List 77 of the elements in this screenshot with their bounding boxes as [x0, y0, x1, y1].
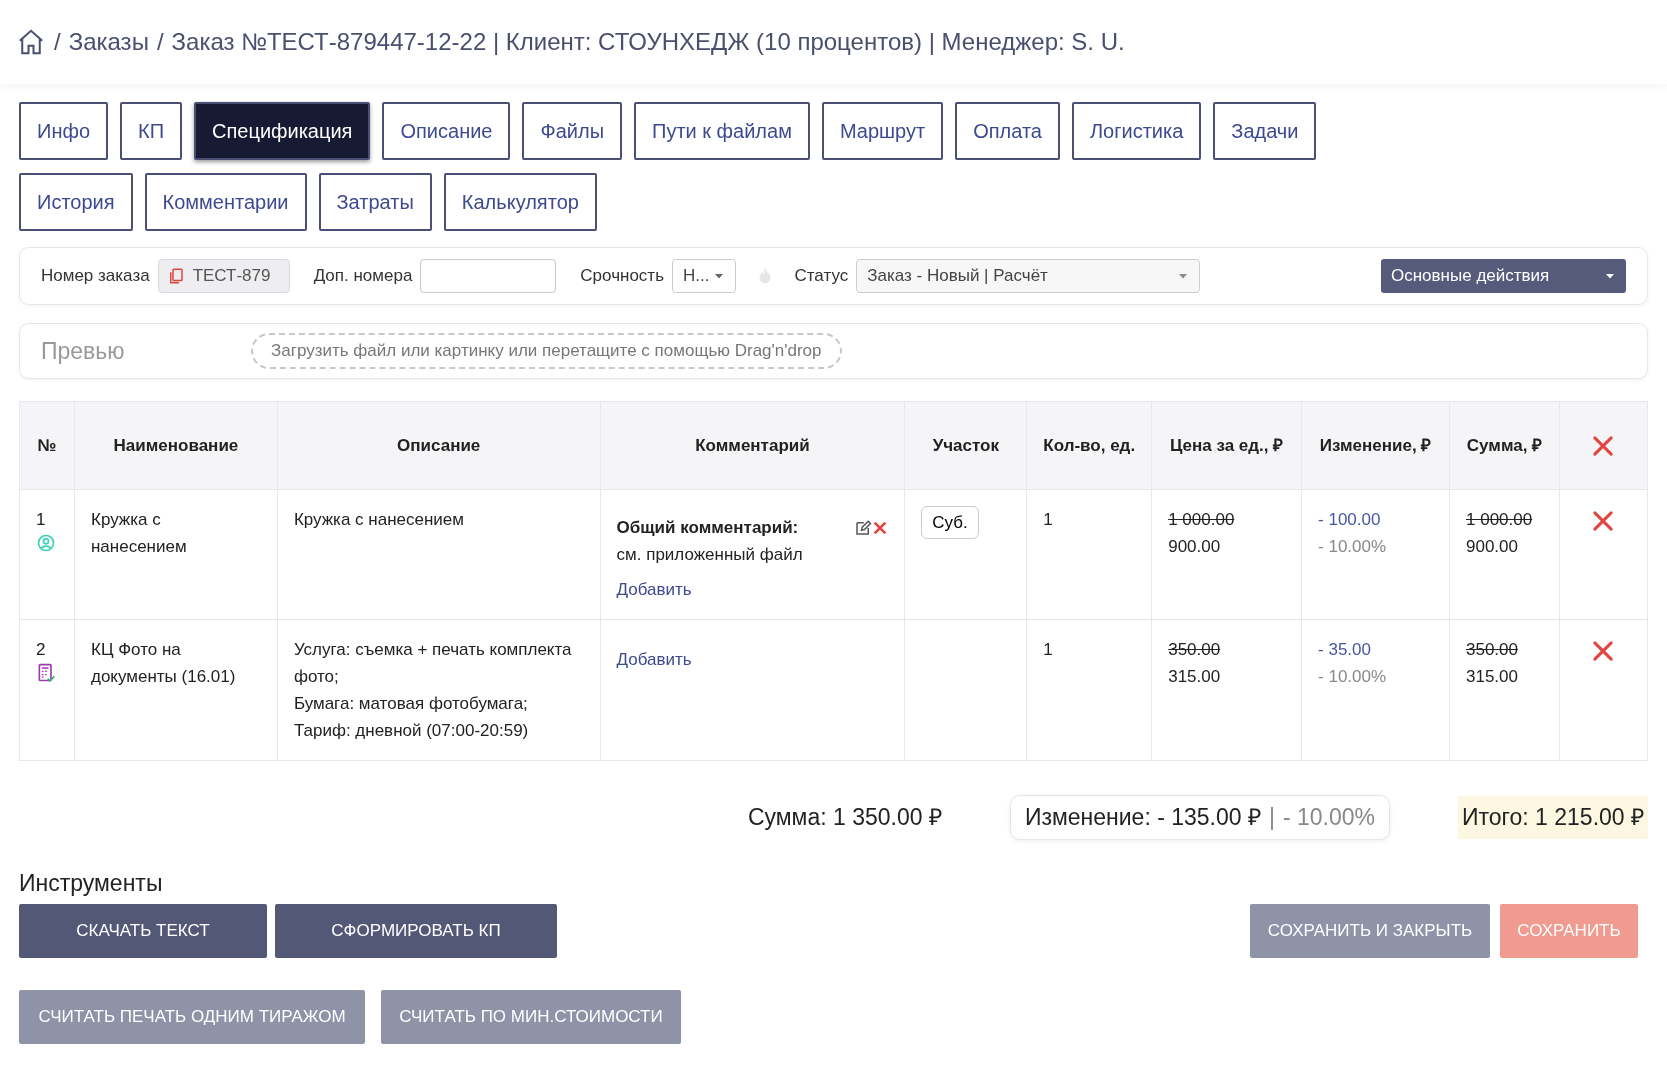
item-name: Кружка с нанесением [74, 489, 278, 620]
change-total: Изменение: - 135.00 ₽ [1024, 803, 1261, 832]
column-header: Комментарий [600, 401, 905, 490]
tab[interactable]: Маршрут [821, 102, 944, 160]
add-comment-link[interactable]: Добавить [616, 576, 692, 603]
comment-text: см. приложенный файл [616, 544, 804, 566]
tab[interactable]: Калькулятор [443, 173, 597, 231]
sum-total: Сумма: 1 350.00 ₽ [747, 803, 942, 832]
delete-icon[interactable] [872, 519, 889, 536]
status-select[interactable]: Заказ - Новый | Расчёт [856, 259, 1201, 293]
tab[interactable]: Оплата [955, 102, 1060, 160]
field-label: Статус [794, 265, 849, 288]
tab[interactable]: Затраты [318, 173, 432, 231]
section-title: Инструменты [19, 868, 164, 898]
actions-dropdown[interactable]: Основные действия [1381, 259, 1626, 293]
grand-total: Итого: 1 215.00 ₽ [1458, 796, 1648, 839]
add-comment-link[interactable]: Добавить [616, 646, 692, 673]
column-header: Участок [904, 401, 1027, 490]
tab[interactable]: Инфо [19, 102, 108, 160]
comment-title: Общий комментарий: [616, 517, 799, 539]
breadcrumb-link[interactable]: Заказы [68, 24, 149, 60]
sum: 900.00 [1466, 536, 1519, 558]
price: 315.00 [1168, 666, 1222, 688]
quantity-cell: 1 [1026, 619, 1152, 761]
column-header: Кол-во, ед. [1026, 401, 1152, 490]
tab[interactable]: Логистика [1071, 102, 1202, 160]
change-percent: - 10.00% [1318, 536, 1388, 558]
urgency-select[interactable]: Н... [672, 259, 737, 293]
quantity-cell: 1 [1026, 489, 1152, 620]
column-header: Наименование [74, 401, 278, 490]
description-line: Услуга: съемка + печать комплекта фото; [293, 639, 573, 688]
old-price: 350.00 [1168, 639, 1222, 661]
sum: 315.00 [1466, 666, 1519, 688]
action-button[interactable]: СКАЧАТЬ ТЕКСТ [19, 904, 267, 958]
description-line: Бумага: матовая фотобумага; [293, 693, 529, 715]
description-line: Тариф: дневной (07:00-20:59) [293, 720, 530, 742]
old-sum: 350.00 [1466, 639, 1519, 661]
section-button[interactable]: Суб. [921, 506, 979, 539]
separator-text: | [1268, 803, 1275, 832]
extra-numbers-field[interactable] [420, 259, 557, 293]
tab[interactable]: История [19, 173, 133, 231]
tab[interactable]: Файлы [522, 102, 623, 160]
old-sum: 1 000.00 [1466, 509, 1534, 531]
column-header: Сумма, ₽ [1449, 401, 1560, 490]
action-button[interactable]: СФОРМИРОВАТЬ КП [275, 904, 557, 958]
order-number-field[interactable]: ТЕСТ-879 [157, 259, 290, 293]
tab[interactable]: Комментарии [144, 173, 307, 231]
tab[interactable]: Пути к файлам [634, 102, 810, 160]
row-number: 2 [36, 639, 47, 661]
breadcrumb-separator: / [156, 27, 164, 57]
description-line: Кружка с нанесением [293, 509, 465, 531]
breadcrumb-current: Заказ №ТЕСТ-879447-12-22 | Клиент: СТОУНХЕДЖ (10 процентов) | Менеджер: S. U. [171, 27, 1125, 57]
tab[interactable]: Описание [382, 102, 511, 160]
change-amount: - 35.00 [1318, 639, 1372, 661]
old-price: 1 000.00 [1168, 509, 1236, 531]
column-header: № [19, 401, 75, 490]
tab[interactable]: КП [120, 102, 183, 160]
price: 900.00 [1168, 536, 1222, 558]
change-amount: - 100.00 [1318, 509, 1382, 531]
preview-label: Превью [41, 336, 126, 366]
edit-icon[interactable] [854, 518, 873, 537]
row-number: 1 [36, 509, 47, 531]
tab[interactable]: Спецификация [194, 102, 371, 160]
column-header: Изменение, ₽ [1301, 401, 1450, 490]
field-label: Срочность [580, 265, 664, 288]
breadcrumb-separator: / [54, 27, 61, 57]
file-dropzone[interactable]: Загрузить файл или картинку или перетащите с помощью Drag'n'drop [251, 333, 842, 369]
column-header: Цена за ед., ₽ [1151, 401, 1302, 490]
item-name: КЦ Фото на документы (16.01) [74, 619, 278, 761]
field-label: Номер заказа [41, 265, 150, 288]
tab[interactable]: Задачи [1213, 102, 1317, 160]
change-total-percent: - 10.00% [1282, 803, 1375, 832]
person-icon [36, 533, 56, 553]
column-header: Описание [277, 401, 601, 490]
change-percent: - 10.00% [1318, 666, 1388, 688]
calculator-icon [36, 663, 56, 683]
field-label: Доп. номера [313, 265, 413, 288]
